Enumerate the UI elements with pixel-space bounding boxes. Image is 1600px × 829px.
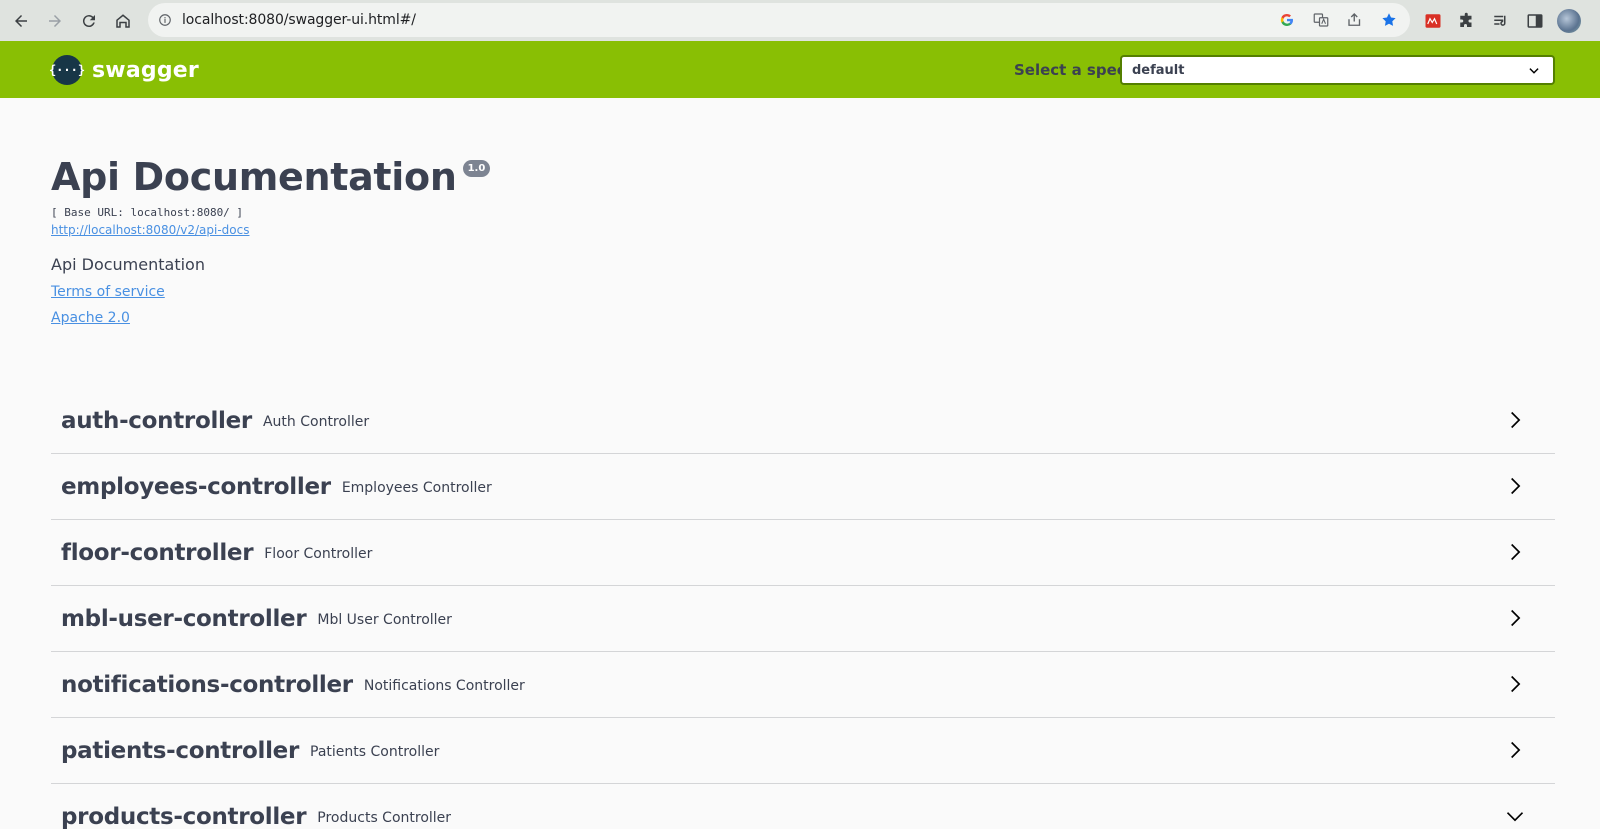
controller-row[interactable]: mbl-user-controller Mbl User Controller [51,586,1555,652]
version-badge: 1.0 [462,160,491,177]
swagger-logo-text: swagger [92,57,199,83]
chevron-down-icon [1529,68,1539,74]
api-docs-link[interactable]: http://localhost:8080/v2/api-docs [51,223,1551,237]
controller-description: Mbl User Controller [317,612,452,628]
puzzle-icon[interactable] [1454,8,1480,34]
spec-select[interactable]: default [1120,55,1555,85]
title-row: Api Documentation 1.0 [51,150,1551,204]
url-text[interactable]: localhost:8080/swagger-ui.html#/ [182,12,416,28]
reading-list-icon[interactable] [1488,8,1514,34]
controller-list: auth-controller Auth Controller employee… [51,388,1555,829]
extension-red-icon[interactable] [1420,8,1446,34]
controller-name: patients-controller [61,737,300,764]
controller-row[interactable]: notifications-controller Notifications C… [51,652,1555,718]
site-info-icon[interactable] [148,13,182,27]
extension-icons [1420,0,1582,41]
controller-name: mbl-user-controller [61,605,307,632]
chevron-down-icon[interactable] [1505,806,1525,826]
base-url: [ Base URL: localhost:8080/ ] [51,206,244,219]
chevron-right-icon[interactable] [1505,608,1525,628]
spec-select-value: default [1132,62,1185,78]
profile-avatar[interactable] [1556,8,1582,34]
chevron-right-icon[interactable] [1505,542,1525,562]
controller-description: Patients Controller [310,744,440,760]
bookmark-star-icon[interactable] [1376,7,1402,33]
controller-row[interactable]: products-controller Products Controller [51,784,1555,829]
license-link[interactable]: Apache 2.0 [51,310,1551,326]
controller-name: notifications-controller [61,671,353,698]
home-icon [116,13,130,28]
terms-of-service-link[interactable]: Terms of service [51,284,1551,300]
spec-label: Select a spec [1014,61,1126,79]
page-title: Api Documentation [51,155,457,199]
google-icon[interactable] [1274,7,1300,33]
chevron-right-icon[interactable] [1505,740,1525,760]
address-bar[interactable]: localhost:8080/swagger-ui.html#/ [148,3,1410,37]
controller-description: Products Controller [317,810,452,826]
home-button[interactable] [106,4,140,38]
controller-row[interactable]: floor-controller Floor Controller [51,520,1555,586]
chevron-right-icon[interactable] [1505,476,1525,496]
controller-name: auth-controller [61,407,252,434]
api-description: Api Documentation [51,255,205,274]
swagger-logo[interactable]: {···} swagger [49,55,199,85]
avatar-image [1557,8,1581,33]
arrow-left-icon [15,14,27,27]
controller-description: Floor Controller [264,546,373,562]
browser-toolbar: localhost:8080/swagger-ui.html#/ [0,0,1600,41]
swagger-logo-icon: {···} [49,55,85,85]
controller-description: Auth Controller [262,414,370,430]
reload-icon [82,14,95,27]
share-icon[interactable] [1342,7,1368,33]
nav-buttons [4,4,140,38]
chevron-right-icon[interactable] [1505,674,1525,694]
side-panel-icon[interactable] [1522,8,1548,34]
controller-description: Employees Controller [341,480,492,496]
controller-description: Notifications Controller [363,678,525,694]
controller-row[interactable]: patients-controller Patients Controller [51,718,1555,784]
api-info: Api Documentation 1.0 [ Base URL: localh… [51,150,1551,326]
translate-icon[interactable] [1308,7,1334,33]
controller-row[interactable]: employees-controller Employees Controlle… [51,454,1555,520]
reload-button[interactable] [72,4,106,38]
chevron-right-icon[interactable] [1505,410,1525,430]
controller-row[interactable]: auth-controller Auth Controller [51,388,1555,454]
omnibox-actions [1274,3,1402,37]
arrow-right-icon [49,14,61,27]
controller-name: floor-controller [61,539,254,566]
controller-name: employees-controller [61,473,331,500]
forward-button[interactable] [38,4,72,38]
controller-name: products-controller [61,803,307,829]
swagger-topbar: {···} swagger Select a spec default [0,41,1600,98]
back-button[interactable] [4,4,38,38]
